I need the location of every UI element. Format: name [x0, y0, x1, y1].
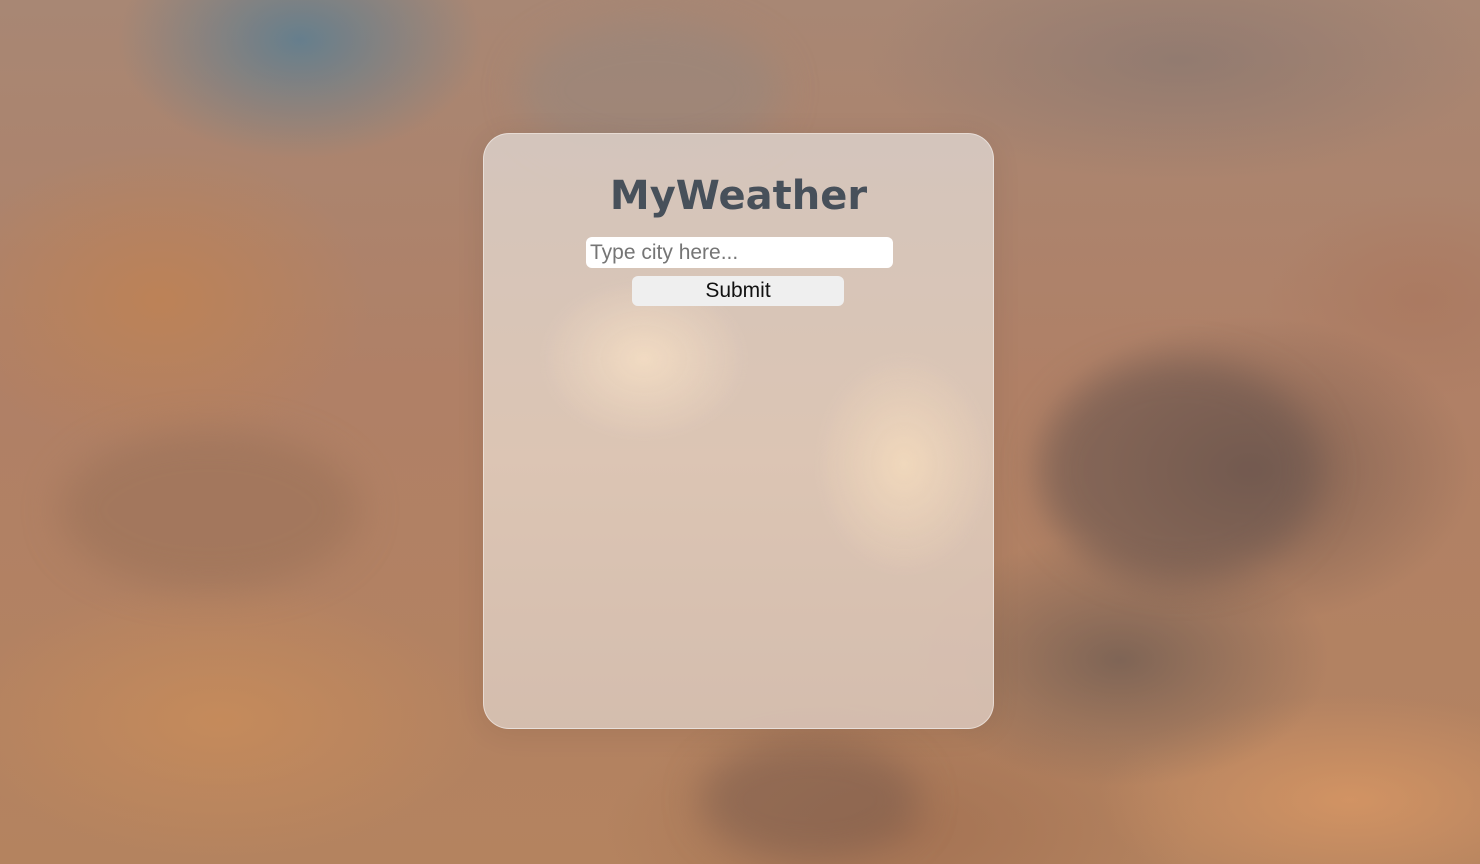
cloud-shape [60, 430, 360, 590]
city-search-input[interactable] [586, 237, 893, 268]
submit-button[interactable]: Submit [632, 276, 844, 306]
cloud-shape [700, 740, 920, 860]
app-title: MyWeather [609, 173, 868, 219]
cloud-shape [1040, 360, 1320, 580]
weather-card: MyWeather Submit [483, 133, 994, 729]
